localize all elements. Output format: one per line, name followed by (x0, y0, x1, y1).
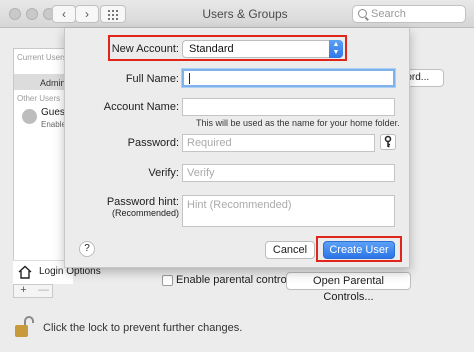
guest-user-status: Enable (41, 120, 66, 129)
password-hint-sublabel: (Recommended) (111, 208, 179, 218)
window-title: Users & Groups (202, 7, 288, 21)
account-name-label: Account Name: (103, 101, 179, 113)
close-window-button[interactable] (9, 8, 21, 20)
back-button[interactable]: ‹ (52, 5, 76, 23)
cancel-button[interactable]: Cancel (265, 241, 315, 259)
verify-field[interactable]: Verify (182, 164, 395, 182)
home-icon (18, 265, 32, 279)
account-name-help: This will be used as the name for your h… (196, 118, 400, 128)
guest-avatar (22, 109, 37, 124)
window-titlebar: ‹ › Users & Groups Search (0, 0, 474, 28)
text-caret (189, 73, 190, 84)
account-type-value: Standard (189, 43, 234, 55)
password-placeholder: Required (187, 137, 232, 149)
full-name-label: Full Name: (125, 73, 179, 85)
add-remove-control: + — (13, 284, 53, 298)
password-hint-field[interactable]: Hint (Recommended) (182, 195, 395, 227)
add-user-button[interactable]: + (14, 284, 33, 296)
search-icon (358, 9, 367, 18)
unlocked-lock-icon[interactable] (14, 316, 34, 338)
other-users-header: Other Users (17, 94, 61, 103)
verify-label: Verify: (148, 167, 179, 179)
password-field[interactable]: Required (182, 134, 375, 152)
search-input[interactable]: Search (352, 5, 466, 23)
full-name-field[interactable] (182, 69, 395, 87)
password-assistant-button[interactable] (380, 134, 396, 150)
account-name-field[interactable] (182, 98, 395, 116)
account-type-select[interactable]: Standard ▲ ▼ (182, 40, 343, 58)
search-placeholder: Search (371, 8, 406, 20)
password-hint-label: Password hint: (106, 196, 179, 208)
minimize-window-button[interactable] (26, 8, 38, 20)
help-button[interactable]: ? (79, 241, 95, 257)
show-all-grid-icon[interactable] (100, 5, 126, 23)
password-hint-placeholder: Hint (Recommended) (187, 199, 292, 211)
chevron-updown-icon: ▲ ▼ (329, 40, 343, 58)
new-account-sheet: New Account: Standard ▲ ▼ Full Name: Acco… (64, 28, 410, 268)
lock-hint-text: Click the lock to prevent further change… (43, 322, 243, 334)
admin-label: Admin (40, 78, 66, 88)
key-icon (384, 135, 392, 148)
create-user-button[interactable]: Create User (323, 241, 395, 259)
open-parental-controls-button[interactable]: Open Parental Controls... (286, 272, 411, 303)
remove-user-button[interactable]: — (34, 284, 53, 296)
parental-controls-label: Enable parental controls (176, 274, 295, 286)
new-account-label: New Account: (111, 43, 179, 55)
current-users-header: Current Users (17, 53, 67, 62)
verify-placeholder: Verify (187, 167, 215, 179)
password-label: Password: (127, 137, 179, 149)
forward-button[interactable]: › (75, 5, 99, 23)
parental-controls-checkbox[interactable] (162, 275, 173, 286)
